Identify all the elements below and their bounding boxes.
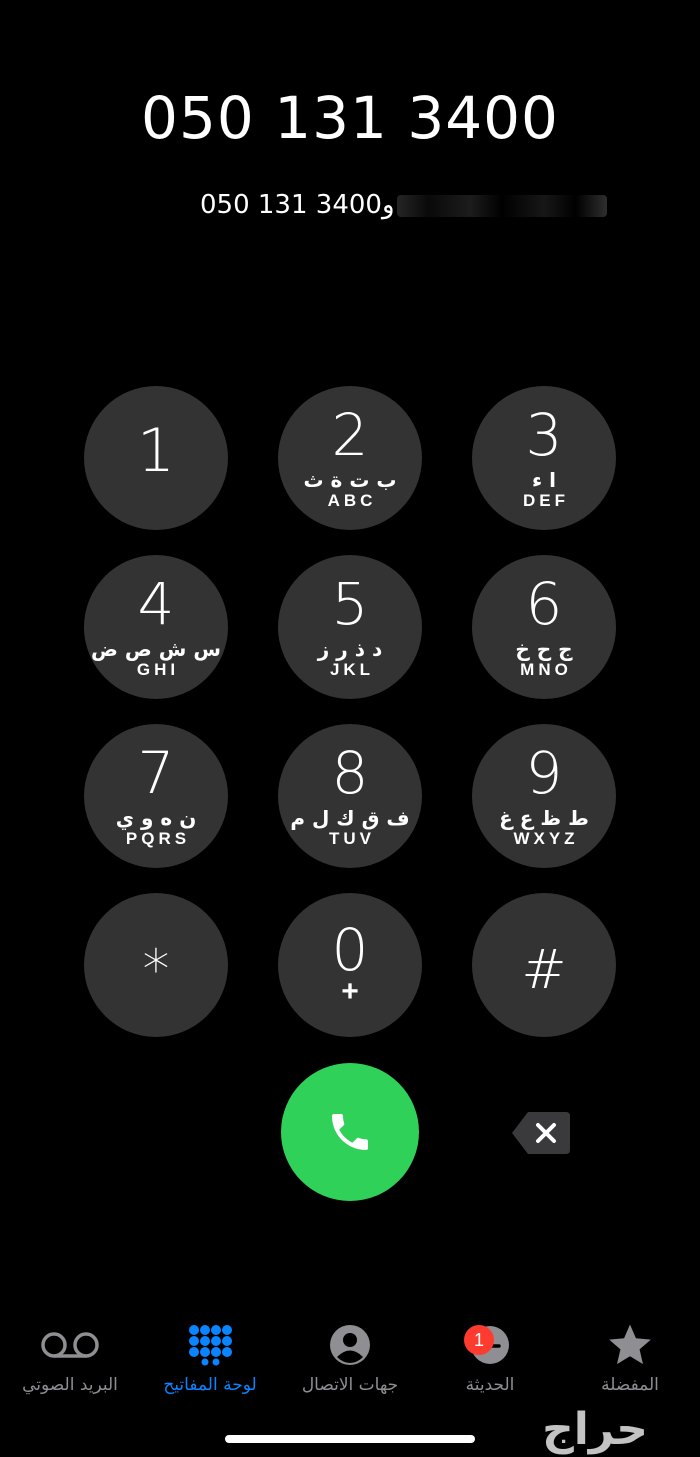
home-indicator[interactable]: [225, 1435, 475, 1443]
key-7[interactable]: 7 ن ه و ي PQRS: [84, 724, 228, 868]
key-latin-letters: JKL: [329, 660, 375, 679]
contacts-icon: [330, 1325, 370, 1365]
star-icon: [609, 1324, 651, 1365]
tab-label: المفضلة: [601, 1375, 659, 1395]
key-digit: 6: [525, 570, 563, 638]
call-button[interactable]: [281, 1063, 419, 1201]
tab-bar: البريد الصوتي لوحة المفاتيح جهات الاتصال: [0, 1315, 700, 1415]
backspace-button[interactable]: [510, 1110, 572, 1156]
tab-favorites[interactable]: المفضلة: [560, 1315, 700, 1395]
tab-keypad[interactable]: لوحة المفاتيح: [140, 1315, 280, 1395]
tab-label: جهات الاتصال: [301, 1375, 399, 1395]
dialed-number: 050 131 3400: [141, 84, 559, 152]
key-5[interactable]: 5 د ذ ر ز JKL: [278, 555, 422, 699]
key-digit: 1: [136, 416, 176, 486]
key-arabic-letters: د ذ ر ز: [317, 637, 383, 661]
tab-recents[interactable]: 1 الحديثة: [420, 1315, 560, 1395]
key-digit: 2: [331, 401, 369, 469]
tab-label: لوحة المفاتيح: [163, 1375, 257, 1395]
phone-icon: [332, 1114, 368, 1150]
key-arabic-letters: ط ظ ع غ: [499, 806, 589, 830]
key-3[interactable]: 3 ا ء DEF: [472, 386, 616, 530]
contact-suggestion[interactable]: 050 131 3400و: [200, 190, 620, 226]
suggestion-suffix: و: [381, 190, 395, 220]
keypad-icon: [189, 1325, 232, 1366]
tab-label: الحديثة: [465, 1375, 515, 1395]
voicemail-icon: [41, 1332, 99, 1358]
key-latin-letters: MNO: [520, 660, 572, 679]
key-latin-letters: PQRS: [125, 829, 191, 848]
key-latin-letters: GHI: [136, 660, 180, 679]
key-arabic-letters: ن ه و ي: [115, 806, 197, 830]
key-9[interactable]: 9 ط ظ ع غ WXYZ: [472, 724, 616, 868]
delete-icon: [512, 1112, 570, 1154]
key-digit: #: [521, 938, 567, 1001]
suggestion-number: 050 131 3400: [200, 190, 382, 220]
key-arabic-letters: ب ت ة ث: [303, 468, 397, 492]
key-digit: 9: [525, 739, 563, 807]
tab-voicemail[interactable]: البريد الصوتي: [0, 1315, 140, 1395]
key-digit: 8: [331, 739, 369, 807]
key-6[interactable]: 6 ج ح خ MNO: [472, 555, 616, 699]
key-arabic-letters: ا ء: [531, 468, 557, 492]
tab-label: البريد الصوتي: [22, 1375, 118, 1395]
key-plus-symbol: +: [341, 975, 359, 1008]
key-latin-letters: TUV: [329, 829, 375, 848]
key-digit: 4: [137, 570, 175, 638]
key-arabic-letters: ف ق ك ل م: [290, 806, 410, 830]
key-2[interactable]: 2 ب ت ة ث ABC: [278, 386, 422, 530]
key-arabic-letters: ج ح خ: [515, 637, 573, 661]
key-0[interactable]: 0 +: [278, 893, 422, 1037]
key-4[interactable]: 4 س ش ص ض GHI: [84, 555, 228, 699]
key-latin-letters: WXYZ: [513, 829, 579, 848]
key-8[interactable]: 8 ف ق ك ل م TUV: [278, 724, 422, 868]
redacted-name: [396, 194, 607, 217]
key-hash[interactable]: #: [472, 893, 616, 1037]
key-digit: 7: [137, 739, 175, 807]
key-digit: 0: [331, 916, 369, 984]
key-arabic-letters: س ش ص ض: [91, 637, 221, 661]
key-star[interactable]: *: [84, 893, 228, 1037]
recents-badge: 1: [464, 1325, 494, 1355]
watermark-logo: حراج: [542, 1404, 648, 1455]
key-latin-letters: DEF: [523, 491, 569, 510]
key-digit: 3: [525, 401, 563, 469]
key-1[interactable]: 1: [84, 386, 228, 530]
tab-contacts[interactable]: جهات الاتصال: [280, 1315, 420, 1395]
key-digit: 5: [331, 570, 369, 638]
key-latin-letters: ABC: [327, 491, 377, 510]
key-digit: *: [142, 938, 170, 1001]
